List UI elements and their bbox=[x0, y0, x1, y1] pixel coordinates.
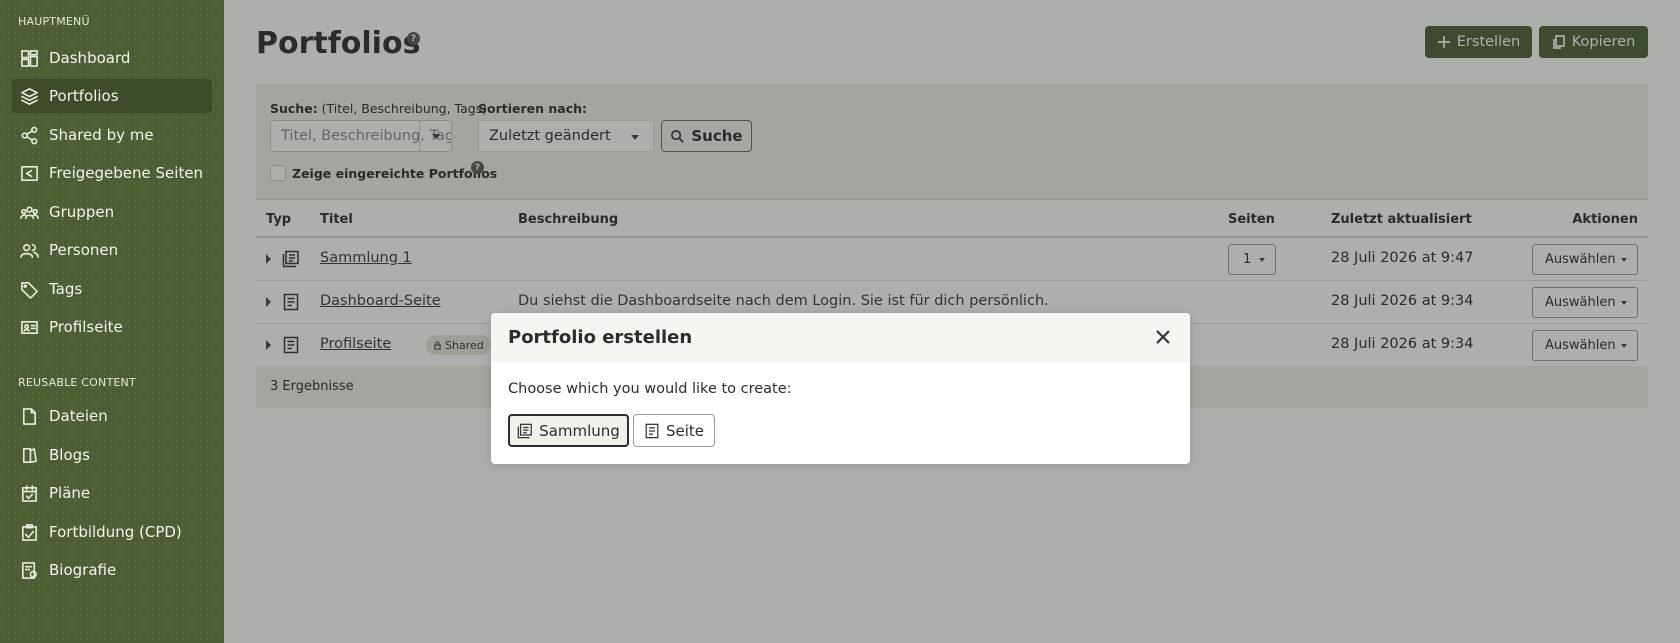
sidebar-item-label: Profilseite bbox=[49, 318, 123, 336]
sidebar-item-groups[interactable]: Gruppen bbox=[12, 195, 212, 229]
sidebar-item-portfolios[interactable]: Portfolios bbox=[12, 79, 212, 113]
create-page-label: Seite bbox=[665, 421, 705, 440]
collection-icon bbox=[517, 423, 533, 438]
profile-card-icon bbox=[19, 317, 39, 337]
create-collection-label: Sammlung bbox=[539, 421, 620, 440]
layers-icon bbox=[19, 86, 39, 106]
sidebar-item-shared-pages[interactable]: Freigegebene Seiten bbox=[12, 156, 212, 190]
blog-icon bbox=[19, 445, 39, 465]
sidebar-item-dashboard[interactable]: Dashboard bbox=[12, 41, 212, 75]
create-collection-button[interactable]: Sammlung bbox=[508, 414, 629, 447]
modal-prompt: Choose which you would like to create: bbox=[508, 381, 792, 397]
sidebar-item-profile-page[interactable]: Profilseite bbox=[12, 310, 212, 344]
close-icon[interactable] bbox=[1153, 327, 1173, 347]
groups-icon bbox=[19, 202, 39, 222]
sidebar-item-label: Dashboard bbox=[49, 49, 131, 67]
modal-header: Portfolio erstellen bbox=[491, 313, 1190, 362]
sidebar-item-label: Gruppen bbox=[49, 203, 115, 221]
tag-icon bbox=[19, 279, 39, 299]
sidebar-item-label: Fortbildung (CPD) bbox=[49, 523, 182, 541]
sidebar-item-tags[interactable]: Tags bbox=[12, 272, 212, 306]
create-page-button[interactable]: Seite bbox=[633, 414, 715, 447]
sidebar-item-label: Tags bbox=[49, 280, 83, 298]
sidebar-item-label: Pläne bbox=[49, 484, 91, 502]
create-portfolio-modal: Portfolio erstellen Choose which you wou… bbox=[491, 313, 1190, 464]
sidebar-item-cpd[interactable]: Fortbildung (CPD) bbox=[12, 515, 212, 549]
sidebar-item-label: Personen bbox=[49, 241, 119, 259]
sidebar-item-label: Freigegebene Seiten bbox=[49, 164, 204, 182]
modal-title: Portfolio erstellen bbox=[508, 327, 693, 348]
sidebar: HAUPTMENÜ Dashboard Portfolios Shared by… bbox=[0, 0, 224, 643]
plan-icon bbox=[19, 483, 39, 503]
biography-icon bbox=[19, 560, 39, 580]
sidebar-item-label: Blogs bbox=[49, 446, 90, 464]
clipboard-check-icon bbox=[19, 522, 39, 542]
file-icon bbox=[19, 406, 39, 426]
dashboard-icon bbox=[19, 48, 39, 68]
shared-pages-icon bbox=[19, 163, 39, 183]
sidebar-heading-main: HAUPTMENÜ bbox=[18, 15, 90, 28]
sidebar-item-label: Dateien bbox=[49, 407, 108, 425]
share-icon bbox=[19, 125, 39, 145]
sidebar-item-people[interactable]: Personen bbox=[12, 233, 212, 267]
sidebar-item-biography[interactable]: Biografie bbox=[12, 553, 212, 587]
sidebar-item-blogs[interactable]: Blogs bbox=[12, 438, 212, 472]
sidebar-item-plans[interactable]: Pläne bbox=[12, 476, 212, 510]
sidebar-item-label: Biografie bbox=[49, 561, 117, 579]
sidebar-item-label: Portfolios bbox=[49, 87, 119, 105]
sidebar-heading-reusable: REUSABLE CONTENT bbox=[18, 376, 136, 389]
sidebar-item-label: Shared by me bbox=[49, 126, 154, 144]
people-icon bbox=[19, 240, 39, 260]
sidebar-item-files[interactable]: Dateien bbox=[12, 399, 212, 433]
sidebar-item-shared-by-me[interactable]: Shared by me bbox=[12, 118, 212, 152]
page-icon bbox=[645, 423, 659, 438]
